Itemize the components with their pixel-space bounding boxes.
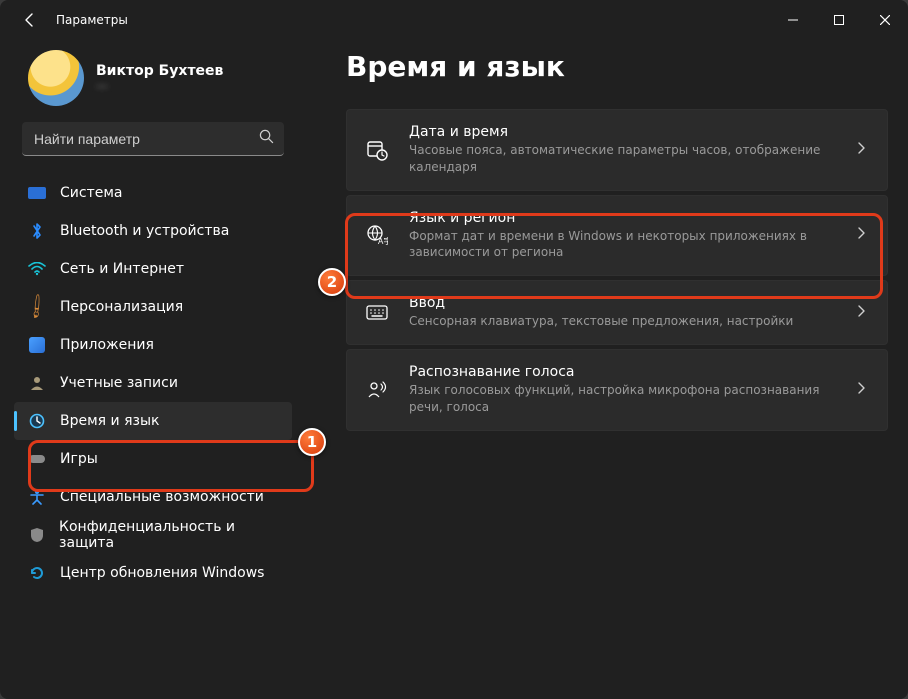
nav-label: Учетные записи — [60, 375, 178, 391]
nav-label: Приложения — [60, 337, 154, 353]
card-text: Ввод Сенсорная клавиатура, текстовые пре… — [409, 295, 837, 330]
chevron-right-icon — [857, 227, 869, 243]
display-icon — [28, 184, 46, 202]
titlebar: Параметры — [0, 0, 908, 40]
sidebar: Виктор Бухтеев — Система — [0, 40, 306, 699]
search-icon — [259, 129, 274, 148]
sidebar-item-privacy[interactable]: Конфиденциальность и защита — [14, 516, 292, 554]
search-input[interactable] — [34, 131, 259, 147]
avatar — [28, 50, 84, 106]
chevron-right-icon — [857, 305, 869, 321]
card-title: Дата и время — [409, 124, 837, 140]
apps-icon — [28, 336, 46, 354]
gamepad-icon — [28, 450, 46, 468]
sidebar-item-bluetooth[interactable]: Bluetooth и устройства — [14, 212, 292, 250]
sidebar-item-apps[interactable]: Приложения — [14, 326, 292, 364]
profile-text: Виктор Бухтеев — — [96, 63, 223, 93]
sidebar-item-system[interactable]: Система — [14, 174, 292, 212]
card-title: Язык и регион — [409, 210, 837, 226]
sidebar-item-time-language[interactable]: Время и язык — [14, 402, 292, 440]
nav-label: Система — [60, 185, 122, 201]
sidebar-item-accessibility[interactable]: Специальные возможности — [14, 478, 292, 516]
card-language-region[interactable]: A字 Язык и регион Формат дат и времени в … — [346, 195, 888, 277]
nav-label: Игры — [60, 451, 98, 467]
card-title: Ввод — [409, 295, 837, 311]
nav-label: Bluetooth и устройства — [60, 223, 229, 239]
sidebar-item-personalization[interactable]: 🖌 Персонализация — [14, 288, 292, 326]
accessibility-icon — [28, 488, 46, 506]
nav-label: Сеть и Интернет — [60, 261, 184, 277]
card-speech[interactable]: Распознавание голоса Язык голосовых функ… — [346, 349, 888, 431]
clock-icon — [28, 412, 46, 430]
card-text: Дата и время Часовые пояса, автоматическ… — [409, 124, 837, 176]
profile-block[interactable]: Виктор Бухтеев — — [8, 46, 298, 122]
minimize-button[interactable] — [770, 4, 816, 36]
maximize-button[interactable] — [816, 4, 862, 36]
sidebar-item-gaming[interactable]: Игры — [14, 440, 292, 478]
card-subtitle: Часовые пояса, автоматические параметры … — [409, 142, 837, 176]
search-box[interactable] — [22, 122, 284, 156]
sidebar-item-windows-update[interactable]: Центр обновления Windows — [14, 554, 292, 592]
window-body: Виктор Бухтеев — Система — [0, 40, 908, 699]
nav-label: Центр обновления Windows — [60, 565, 264, 581]
card-subtitle: Язык голосовых функций, настройка микроф… — [409, 382, 837, 416]
person-icon — [28, 374, 46, 392]
window-controls — [770, 4, 908, 36]
card-title: Распознавание голоса — [409, 364, 837, 380]
close-button[interactable] — [862, 4, 908, 36]
page-title: Время и язык — [346, 50, 888, 83]
calendar-clock-icon — [365, 139, 389, 161]
shield-icon — [28, 526, 45, 544]
card-date-time[interactable]: Дата и время Часовые пояса, автоматическ… — [346, 109, 888, 191]
profile-name: Виктор Бухтеев — [96, 63, 223, 79]
bluetooth-icon — [28, 222, 46, 240]
chevron-right-icon — [857, 142, 869, 158]
brush-icon: 🖌 — [24, 294, 49, 319]
card-text: Распознавание голоса Язык голосовых функ… — [409, 364, 837, 416]
chevron-right-icon — [857, 382, 869, 398]
keyboard-icon — [365, 305, 389, 321]
marker-1: 1 — [298, 428, 326, 456]
nav-label: Время и язык — [60, 413, 159, 429]
card-subtitle: Сенсорная клавиатура, текстовые предложе… — [409, 313, 837, 330]
card-typing[interactable]: Ввод Сенсорная клавиатура, текстовые пре… — [346, 280, 888, 345]
globe-language-icon: A字 — [365, 224, 389, 246]
nav-label: Конфиденциальность и защита — [59, 519, 282, 551]
nav: Система Bluetooth и устройства Сеть и Ин… — [8, 174, 298, 592]
settings-window: Параметры Виктор Бухтеев — — [0, 0, 908, 699]
profile-email: — — [96, 79, 223, 93]
wifi-icon — [28, 260, 46, 278]
nav-label: Специальные возможности — [60, 489, 264, 505]
window-title: Параметры — [56, 13, 128, 27]
speech-icon — [365, 380, 389, 400]
main-content: Время и язык Дата и время Часовые пояса,… — [306, 40, 908, 699]
sidebar-item-accounts[interactable]: Учетные записи — [14, 364, 292, 402]
back-button[interactable] — [10, 0, 50, 40]
card-text: Язык и регион Формат дат и времени в Win… — [409, 210, 837, 262]
nav-label: Персонализация — [60, 299, 183, 315]
arrow-left-icon — [22, 12, 38, 28]
card-subtitle: Формат дат и времени в Windows и некотор… — [409, 228, 837, 262]
marker-2: 2 — [318, 268, 346, 296]
svg-text:A字: A字 — [378, 236, 388, 246]
sidebar-item-network[interactable]: Сеть и Интернет — [14, 250, 292, 288]
update-icon — [28, 564, 46, 582]
